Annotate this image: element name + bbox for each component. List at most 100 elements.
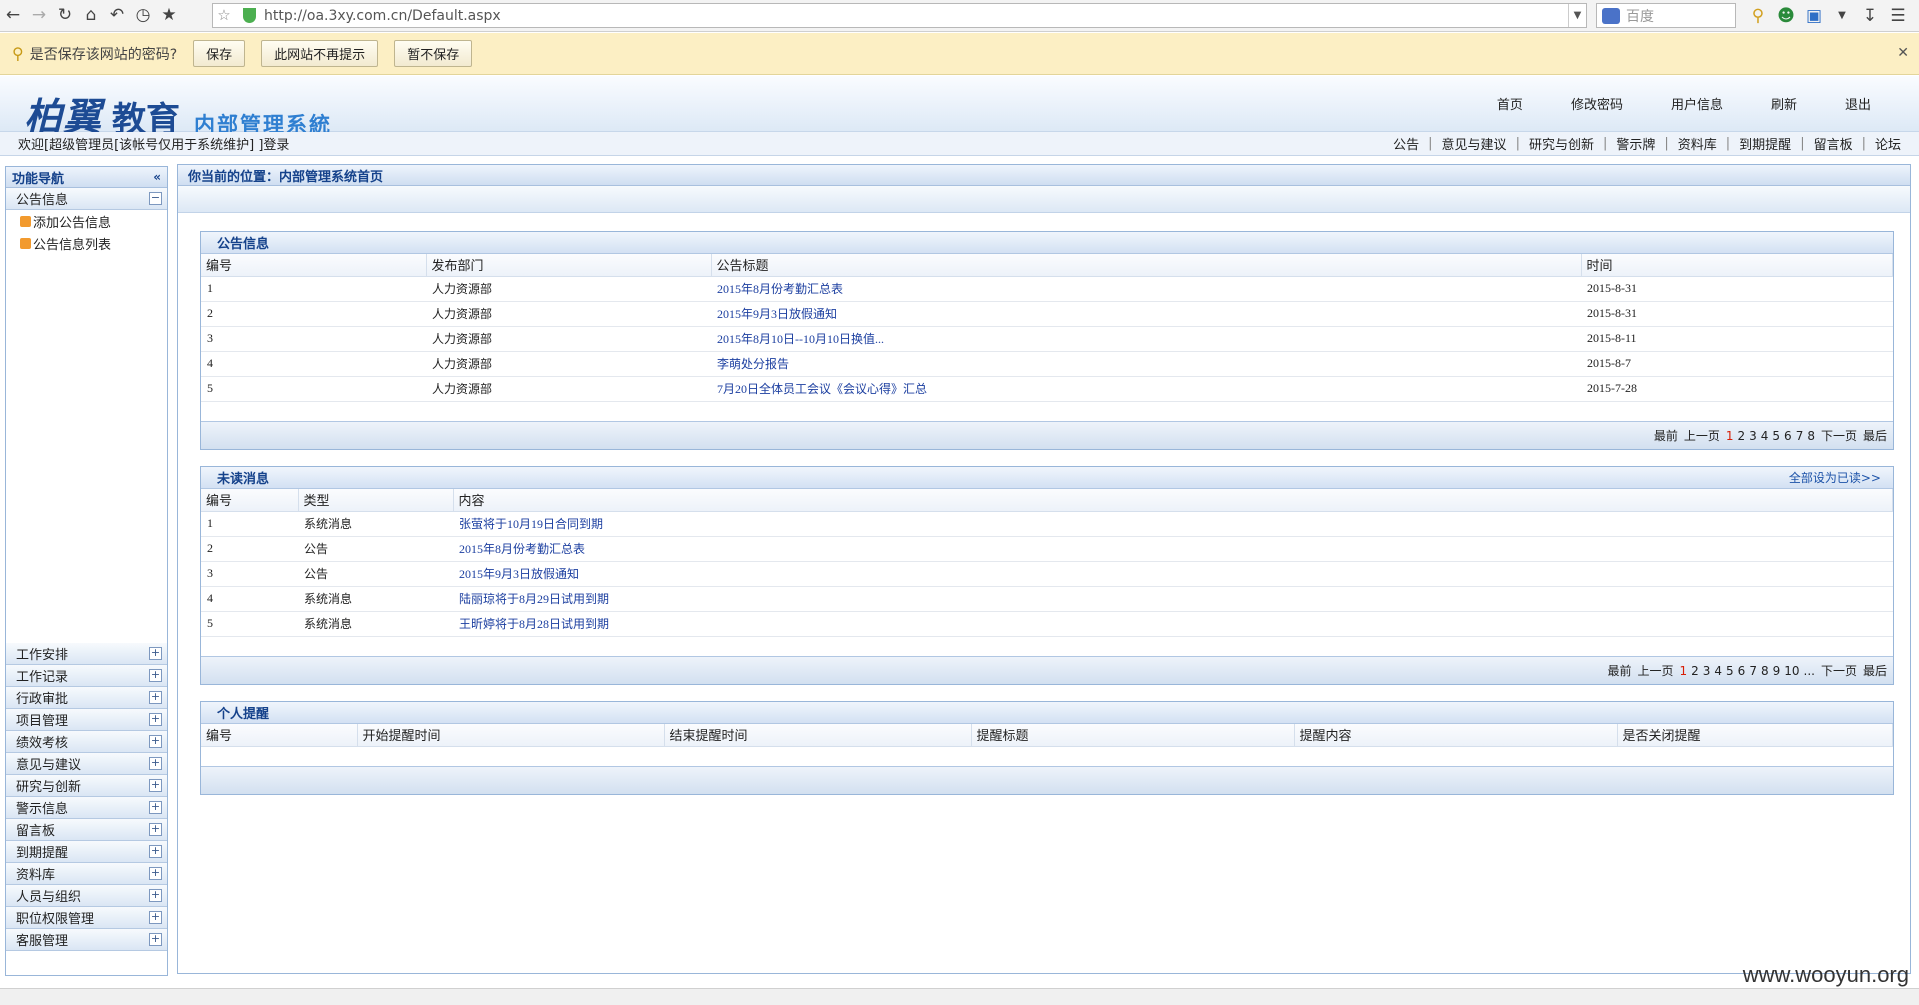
undo-icon[interactable]: ↶	[104, 3, 130, 29]
pager-page[interactable]: 9	[1773, 664, 1781, 678]
pager-page[interactable]: 2	[1737, 429, 1745, 443]
expand-plus-icon[interactable]: +	[149, 757, 162, 770]
cell-content-link[interactable]: 2015年9月3日放假通知	[453, 561, 1893, 587]
url-text[interactable]: http://oa.3xy.com.cn/Default.aspx	[264, 8, 501, 24]
address-bar[interactable]: ☆ http://oa.3xy.com.cn/Default.aspx ▼	[212, 3, 1587, 28]
expand-plus-icon[interactable]: +	[149, 911, 162, 924]
expand-plus-icon[interactable]: +	[149, 735, 162, 748]
menu-item[interactable]: 绩效考核 +	[6, 731, 167, 753]
expand-plus-icon[interactable]: +	[149, 867, 162, 880]
pager-page[interactable]: 5	[1772, 429, 1780, 443]
mark-all-read-link[interactable]: 全部设为已读>>	[1789, 469, 1881, 486]
menu-item[interactable]: 研究与创新 +	[6, 775, 167, 797]
collapse-minus-icon[interactable]: −	[149, 192, 162, 205]
close-icon[interactable]: ✕	[1897, 45, 1909, 61]
pager-page[interactable]: 4	[1761, 429, 1769, 443]
search-box[interactable]: 百度	[1596, 3, 1736, 28]
pager-last[interactable]: 最后	[1863, 427, 1887, 444]
back-icon[interactable]: ←	[0, 3, 26, 29]
pager-page[interactable]: 8	[1761, 664, 1769, 678]
menu-item[interactable]: 工作记录 +	[6, 665, 167, 687]
pager-page[interactable]: 3	[1703, 664, 1711, 678]
pager-page[interactable]: 4	[1714, 664, 1722, 678]
translate-icon[interactable]: ▣	[1800, 3, 1828, 29]
expand-plus-icon[interactable]: +	[149, 669, 162, 682]
key-icon[interactable]: ⚲	[1744, 3, 1772, 29]
save-password-button[interactable]: 保存	[193, 40, 246, 67]
pager-last[interactable]: 最后	[1863, 662, 1887, 679]
quick-link-forum[interactable]: 论坛	[1875, 134, 1901, 153]
menu-dropdown-icon[interactable]: ▼	[1828, 3, 1856, 29]
nav-refresh[interactable]: 刷新	[1771, 94, 1797, 113]
collapse-icon[interactable]: «	[153, 170, 161, 184]
app-menu-icon[interactable]: ☰	[1884, 3, 1912, 29]
menu-item[interactable]: 意见与建议 +	[6, 753, 167, 775]
expand-plus-icon[interactable]: +	[149, 779, 162, 792]
pager-page[interactable]: 3	[1749, 429, 1757, 443]
nav-user-info[interactable]: 用户信息	[1671, 94, 1723, 113]
sub-item-announcement-list[interactable]: 公告信息列表	[6, 232, 167, 254]
not-now-button[interactable]: 暂不保存	[394, 40, 473, 67]
pager-page[interactable]: 8	[1807, 429, 1815, 443]
sub-item-label[interactable]: 公告信息列表	[33, 234, 111, 253]
home-icon[interactable]: ⌂	[78, 3, 104, 29]
expand-plus-icon[interactable]: +	[149, 823, 162, 836]
cell-title-link[interactable]: 2015年8月份考勤汇总表	[711, 276, 1581, 302]
baidu-paw-icon[interactable]	[1602, 7, 1620, 24]
pager-page[interactable]: 5	[1726, 664, 1734, 678]
bookmark-star-icon[interactable]: ☆	[213, 3, 235, 29]
favorites-star-icon[interactable]: ★	[156, 3, 182, 29]
pager-next[interactable]: 下一页	[1821, 662, 1857, 679]
quick-link-message-board[interactable]: 留言板	[1814, 134, 1853, 153]
pager-next[interactable]: 下一页	[1821, 427, 1857, 444]
menu-item[interactable]: 行政审批 +	[6, 687, 167, 709]
menu-item[interactable]: 资料库 +	[6, 863, 167, 885]
search-placeholder[interactable]: 百度	[1626, 6, 1654, 26]
pager-first[interactable]: 最前	[1654, 427, 1678, 444]
address-dropdown-icon[interactable]: ▼	[1568, 4, 1586, 27]
cell-title-link[interactable]: 7月20日全体员工会议《会议心得》汇总	[711, 376, 1581, 402]
forward-icon[interactable]: →	[26, 3, 52, 29]
pager-prev[interactable]: 上一页	[1637, 662, 1673, 679]
history-icon[interactable]: ◷	[130, 3, 156, 29]
pager-page[interactable]: 10	[1784, 664, 1799, 678]
menu-item[interactable]: 工作安排 +	[6, 643, 167, 665]
cell-title-link[interactable]: 2015年8月10日--10月10日换值...	[711, 326, 1581, 352]
menu-item[interactable]: 警示信息 +	[6, 797, 167, 819]
menu-item[interactable]: 人员与组织 +	[6, 885, 167, 907]
user-icon[interactable]: ☻	[1772, 3, 1800, 29]
sub-item-label[interactable]: 添加公告信息	[33, 212, 111, 231]
expand-plus-icon[interactable]: +	[149, 889, 162, 902]
menu-item[interactable]: 职位权限管理 +	[6, 907, 167, 929]
expand-plus-icon[interactable]: +	[149, 801, 162, 814]
quick-link-warning[interactable]: 警示牌	[1616, 134, 1655, 153]
menu-item[interactable]: 留言板 +	[6, 819, 167, 841]
pager-prev[interactable]: 上一页	[1684, 427, 1720, 444]
expand-plus-icon[interactable]: +	[149, 933, 162, 946]
quick-link-announcement[interactable]: 公告	[1393, 134, 1419, 153]
reload-icon[interactable]: ↻	[52, 3, 78, 29]
menu-announcement[interactable]: 公告信息 −	[6, 188, 167, 210]
nav-change-password[interactable]: 修改密码	[1571, 94, 1623, 113]
pager-page[interactable]: 6	[1784, 429, 1792, 443]
quick-link-research[interactable]: 研究与创新	[1529, 134, 1594, 153]
nav-logout[interactable]: 退出	[1845, 94, 1871, 113]
expand-plus-icon[interactable]: +	[149, 713, 162, 726]
quick-link-expiry[interactable]: 到期提醒	[1739, 134, 1791, 153]
expand-plus-icon[interactable]: +	[149, 647, 162, 660]
quick-link-suggestions[interactable]: 意见与建议	[1442, 134, 1507, 153]
nav-home[interactable]: 首页	[1497, 94, 1523, 113]
cell-content-link[interactable]: 陆丽琼将于8月29日试用到期	[453, 586, 1893, 612]
menu-item[interactable]: 到期提醒 +	[6, 841, 167, 863]
pager-current-page[interactable]: 1	[1726, 429, 1734, 443]
pager-page[interactable]: 7	[1796, 429, 1804, 443]
pager-current-page[interactable]: 1	[1679, 664, 1687, 678]
download-icon[interactable]: ↧	[1856, 3, 1884, 29]
menu-item[interactable]: 项目管理 +	[6, 709, 167, 731]
cell-title-link[interactable]: 李萌处分报告	[711, 351, 1581, 377]
menu-item[interactable]: 客服管理 +	[6, 929, 167, 951]
cell-content-link[interactable]: 2015年8月份考勤汇总表	[453, 536, 1893, 562]
expand-plus-icon[interactable]: +	[149, 845, 162, 858]
pager-page[interactable]: 6	[1738, 664, 1746, 678]
pager-page[interactable]: 2	[1691, 664, 1699, 678]
